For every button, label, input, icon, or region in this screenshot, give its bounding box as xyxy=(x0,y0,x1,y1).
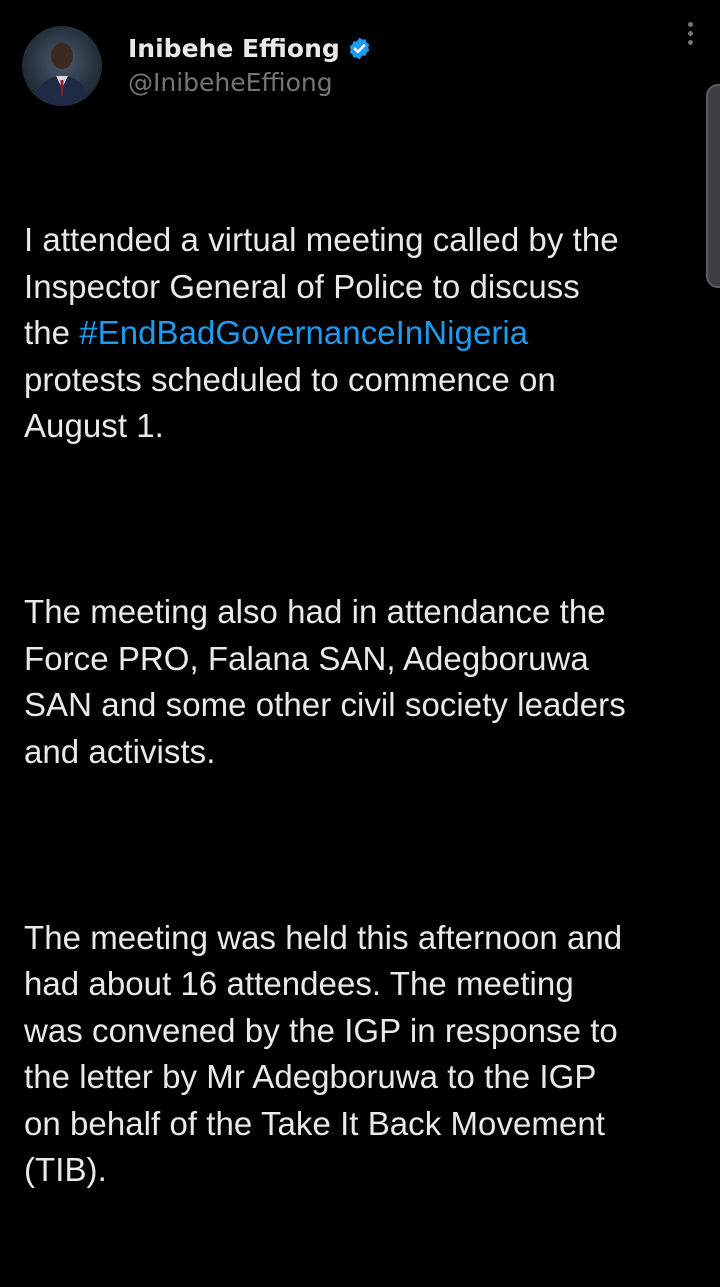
tweet-paragraph-2: The meeting also had in attendance the F… xyxy=(24,593,626,770)
tweet-text-segment: protests scheduled to commence on August… xyxy=(24,360,556,445)
more-options-icon[interactable] xyxy=(680,22,700,52)
display-name-row: Inibehe Effiong xyxy=(128,30,372,66)
author-names: Inibehe Effiong @InibeheEffiong xyxy=(128,30,372,100)
author-handle[interactable]: @InibeheEffiong xyxy=(128,66,372,100)
verified-badge-icon xyxy=(347,36,372,61)
avatar[interactable] xyxy=(22,26,102,106)
tweet-text: I attended a virtual meeting called by t… xyxy=(24,124,704,1287)
hashtag-link[interactable]: #EndBadGovernanceInNigeria xyxy=(79,314,528,351)
display-name[interactable]: Inibehe Effiong xyxy=(128,34,340,63)
tweet-paragraph-3: The meeting was held this afternoon and … xyxy=(24,918,623,1189)
tweet-header: Inibehe Effiong @InibeheEffiong xyxy=(22,26,700,106)
profile-photo xyxy=(34,43,90,106)
tweet-paragraph-1: I attended a virtual meeting called by t… xyxy=(24,217,704,450)
scrollbar[interactable] xyxy=(706,84,720,288)
